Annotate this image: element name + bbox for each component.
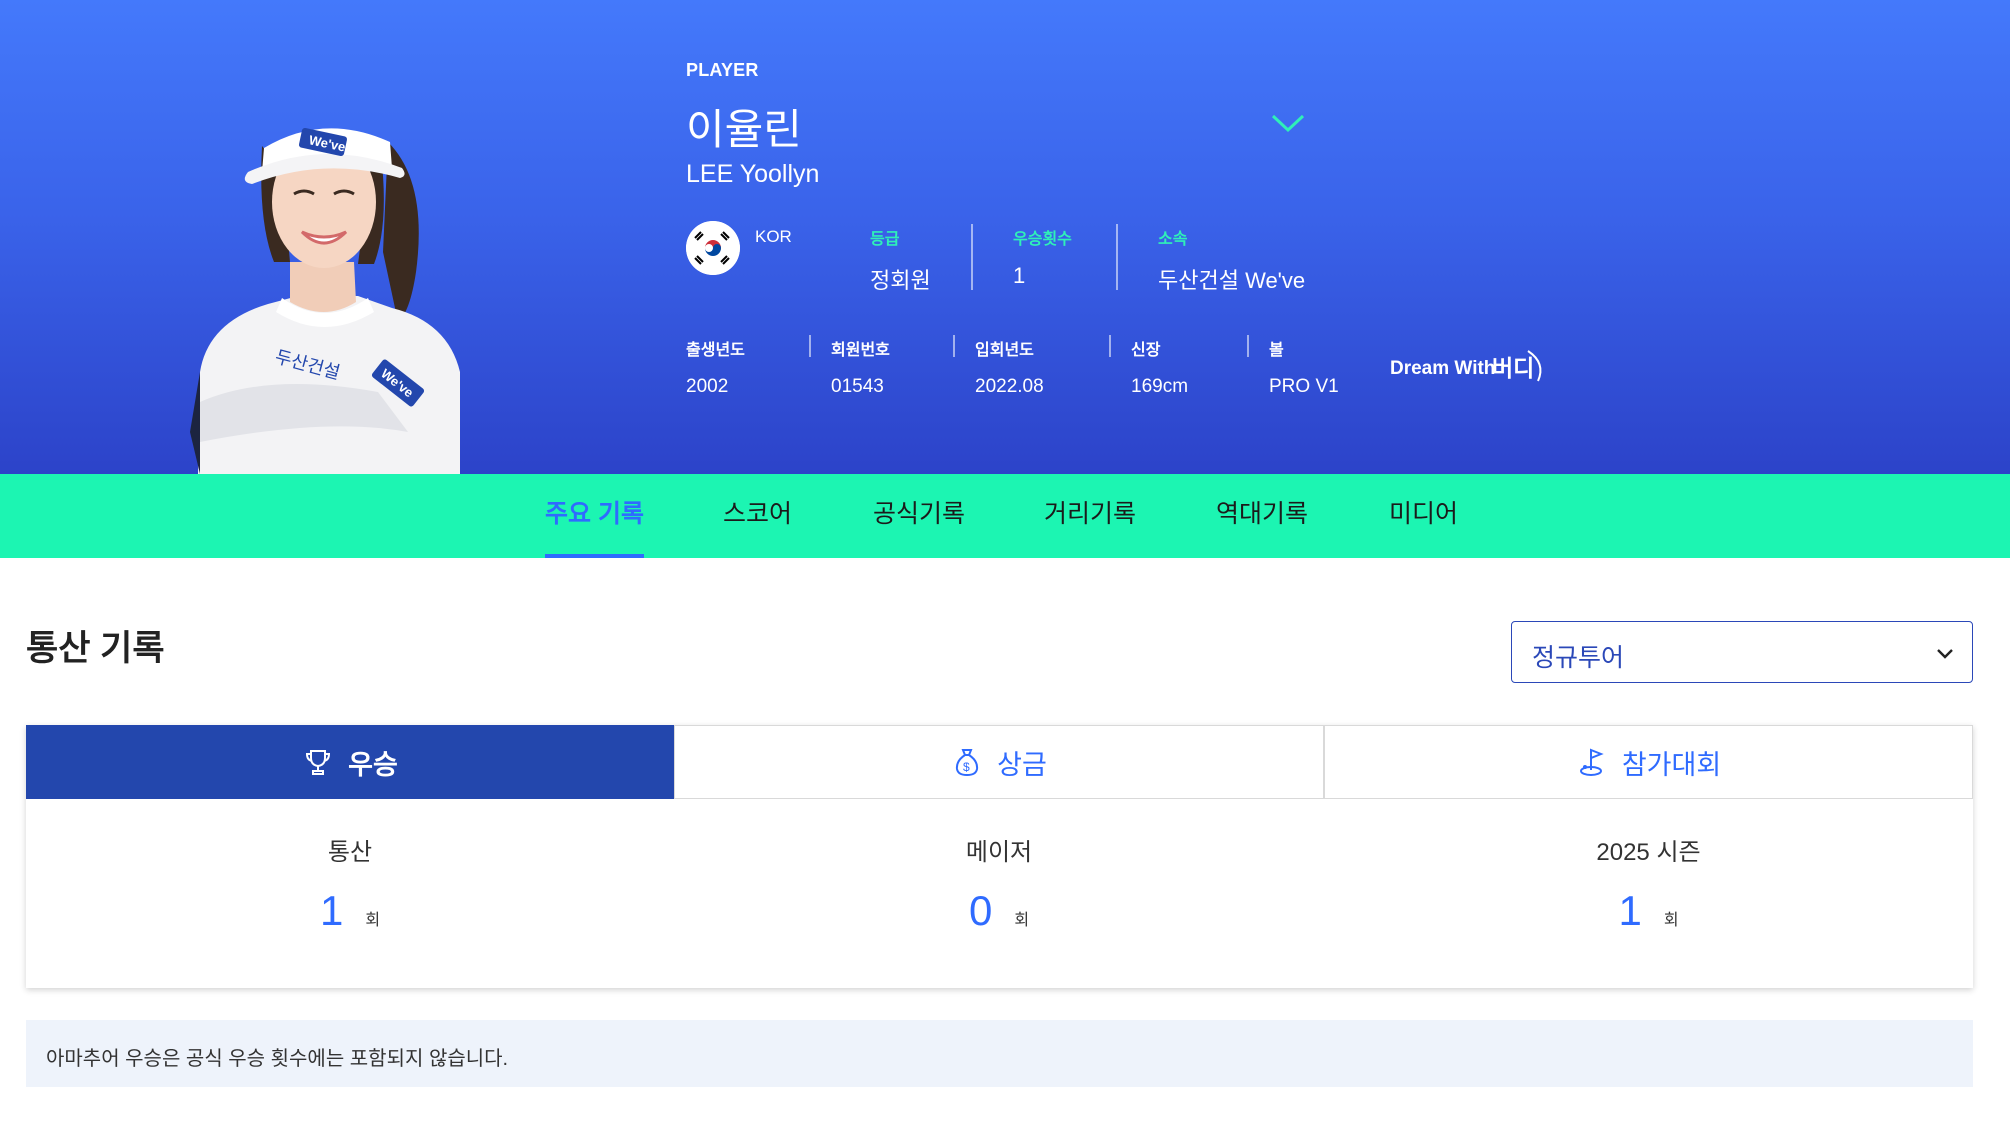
join-year-label: 입회년도 [975,342,1034,359]
section-title: 통산 기록 [26,629,165,668]
divider [971,224,973,290]
player-name-korean: 이율린 [686,106,802,153]
metric-value-row: 1회 [1324,887,1973,935]
birth-year-label: 출생년도 [686,342,745,359]
divider [1247,335,1249,357]
tab-official-records[interactable]: 공식기록 [873,474,965,558]
affiliation-value: 두산건설 We've [1158,268,1306,293]
tab-score[interactable]: 스코어 [723,474,792,558]
svg-text:$: $ [963,760,970,774]
record-card: 우승 $ 상금 참가대회 통산 1회 메이저 0회 2025 시즌 1회 [26,725,1973,988]
birth-year-stat: 출생년도 2002 [686,336,745,398]
metric-label: 통산 [327,839,373,866]
record-tab-label: 상금 [997,749,1047,780]
tab-distance-records[interactable]: 거리기록 [1044,474,1136,558]
metric-value: 1 [319,887,344,934]
record-tab-label: 우승 [348,749,398,780]
svg-text:버디: 버디 [1492,356,1534,382]
tab-history-records[interactable]: 역대기록 [1216,474,1308,558]
record-tab-tournaments[interactable]: 참가대회 [1324,725,1973,799]
notice-text: 아마추어 우승은 공식 우승 횟수에는 포함되지 않습니다. [46,1048,509,1070]
divider [953,335,955,357]
member-number-value: 01543 [831,376,884,397]
metric-unit: 회 [365,912,381,929]
metric-value: 0 [968,887,993,934]
join-year-stat: 입회년도 2022.08 [975,336,1044,398]
height-stat: 신장 169cm [1131,336,1188,398]
metric-season: 2025 시즌 1회 [1324,799,1973,988]
record-tab-wins[interactable]: 우승 [26,725,674,799]
ball-label: 볼 [1269,342,1284,359]
metric-unit: 회 [1014,912,1030,929]
birth-year-value: 2002 [686,376,729,397]
metric-major: 메이저 0회 [674,799,1324,988]
height-value: 169cm [1131,376,1189,397]
member-number-label: 회원번호 [831,342,890,359]
metric-value-row: 0회 [674,887,1324,935]
korea-flag-icon [686,221,740,275]
ball-value: PRO V1 [1269,376,1339,397]
ball-stat: 볼 PRO V1 [1269,336,1339,398]
player-label: PLAYER [686,60,759,80]
chevron-down-icon [1937,649,1953,659]
wins-value: 1 [1013,263,1026,288]
player-hero: We've 두산건설 We've PLAYER 이율린 LEE Yoollyn … [0,0,2010,474]
player-name-english: LEE Yoollyn [686,160,820,188]
divider [1116,224,1118,290]
svg-text:Dream With: Dream With [1390,358,1495,379]
affiliation-label: 소속 [1158,231,1188,248]
metric-label: 메이저 [965,839,1033,866]
height-label: 신장 [1131,342,1161,359]
join-year-value: 2022.08 [975,376,1044,397]
sponsor-logo: Dream With 버디 [1390,350,1542,382]
notice-box: 아마추어 우승은 공식 우승 횟수에는 포함되지 않습니다. [26,1020,1973,1087]
grade-stat: 등급 정회원 [870,225,931,295]
chevron-down-icon[interactable] [1268,108,1308,138]
trophy-icon [306,750,331,775]
divider [809,335,811,357]
record-tab-label: 참가대회 [1621,749,1722,780]
metric-label: 2025 시즌 [1596,839,1701,866]
golf-flag-icon [1579,748,1604,776]
country-code: KOR [755,227,792,246]
divider [1109,335,1111,357]
tab-media[interactable]: 미디어 [1389,474,1458,558]
metric-unit: 회 [1663,912,1679,929]
wins-label: 우승횟수 [1013,231,1072,248]
tour-select-value: 정규투어 [1532,644,1625,672]
tour-select[interactable]: 정규투어 [1511,621,1973,683]
record-tab-prize-money[interactable]: $ 상금 [674,725,1324,799]
metric-career: 통산 1회 [26,799,674,988]
main-tab-bar: 주요 기록 스코어 공식기록 거리기록 역대기록 미디어 [0,474,2010,558]
wins-stat: 우승횟수 1 [1013,225,1072,289]
member-number-stat: 회원번호 01543 [831,336,890,398]
affiliation-stat: 소속 두산건설 We've [1158,225,1305,295]
tab-main-records[interactable]: 주요 기록 [545,474,644,558]
money-bag-icon: $ [956,749,979,777]
grade-label: 등급 [870,231,900,248]
metric-value: 1 [1618,887,1642,934]
grade-value: 정회원 [870,268,931,293]
player-photo: We've 두산건설 We've [190,127,460,474]
metric-value-row: 1회 [26,887,674,935]
